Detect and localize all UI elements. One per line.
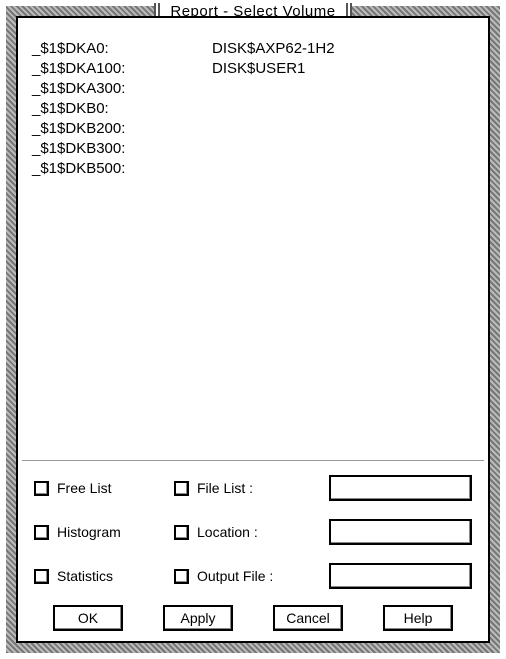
separator bbox=[22, 460, 484, 461]
checkbox-icon bbox=[174, 569, 189, 584]
volume-row[interactable]: _$1$DKB0: bbox=[32, 99, 474, 119]
checkbox-icon bbox=[34, 481, 49, 496]
volume-device: _$1$DKB0: bbox=[32, 99, 212, 119]
volume-device: _$1$DKB300: bbox=[32, 139, 212, 159]
checkbox-label: Location : bbox=[197, 524, 258, 540]
checkbox-label: Free List bbox=[57, 480, 111, 496]
volume-row[interactable]: _$1$DKB200: bbox=[32, 119, 474, 139]
checkbox-label: Histogram bbox=[57, 524, 121, 540]
checkbox-icon bbox=[174, 481, 189, 496]
cancel-button[interactable]: Cancel bbox=[273, 605, 343, 631]
volume-device: _$1$DKB500: bbox=[32, 159, 212, 179]
volume-device: _$1$DKA0: bbox=[32, 39, 212, 59]
checkbox-label: Statistics bbox=[57, 568, 113, 584]
volume-row[interactable]: _$1$DKB300: bbox=[32, 139, 474, 159]
file-list-input[interactable] bbox=[329, 475, 472, 501]
screen: Report - Select Volume _$1$DKA0: DISK$AX… bbox=[0, 0, 506, 659]
location-input[interactable] bbox=[329, 519, 472, 545]
statistics-checkbox[interactable]: Statistics bbox=[34, 568, 174, 584]
checkbox-icon bbox=[34, 569, 49, 584]
checkbox-label: Output File : bbox=[197, 568, 273, 584]
volume-device: _$1$DKB200: bbox=[32, 119, 212, 139]
checkbox-label: File List : bbox=[197, 480, 253, 496]
window-frame: Report - Select Volume _$1$DKA0: DISK$AX… bbox=[6, 6, 500, 653]
volume-row[interactable]: _$1$DKA100: DISK$USER1 bbox=[32, 59, 474, 79]
volume-device: _$1$DKA300: bbox=[32, 79, 212, 99]
help-button[interactable]: Help bbox=[383, 605, 453, 631]
checkbox-icon bbox=[34, 525, 49, 540]
ok-button[interactable]: OK bbox=[53, 605, 123, 631]
checkbox-icon bbox=[174, 525, 189, 540]
options-panel: Free List File List : Histogram Location… bbox=[28, 471, 478, 599]
volume-row[interactable]: _$1$DKA0: DISK$AXP62-1H2 bbox=[32, 39, 474, 59]
free-list-checkbox[interactable]: Free List bbox=[34, 480, 174, 496]
volume-device: _$1$DKA100: bbox=[32, 59, 212, 79]
file-list-checkbox[interactable]: File List : bbox=[174, 480, 329, 496]
volume-list[interactable]: _$1$DKA0: DISK$AXP62-1H2 _$1$DKA100: DIS… bbox=[28, 25, 478, 454]
histogram-checkbox[interactable]: Histogram bbox=[34, 524, 174, 540]
volume-label: DISK$USER1 bbox=[212, 59, 474, 79]
volume-row[interactable]: _$1$DKA300: bbox=[32, 79, 474, 99]
button-row: OK Apply Cancel Help bbox=[28, 599, 478, 635]
location-checkbox[interactable]: Location : bbox=[174, 524, 329, 540]
output-file-input[interactable] bbox=[329, 563, 472, 589]
output-file-checkbox[interactable]: Output File : bbox=[174, 568, 329, 584]
volume-label: DISK$AXP62-1H2 bbox=[212, 39, 474, 59]
window-client-area: _$1$DKA0: DISK$AXP62-1H2 _$1$DKA100: DIS… bbox=[16, 16, 490, 643]
apply-button[interactable]: Apply bbox=[163, 605, 233, 631]
volume-row[interactable]: _$1$DKB500: bbox=[32, 159, 474, 179]
